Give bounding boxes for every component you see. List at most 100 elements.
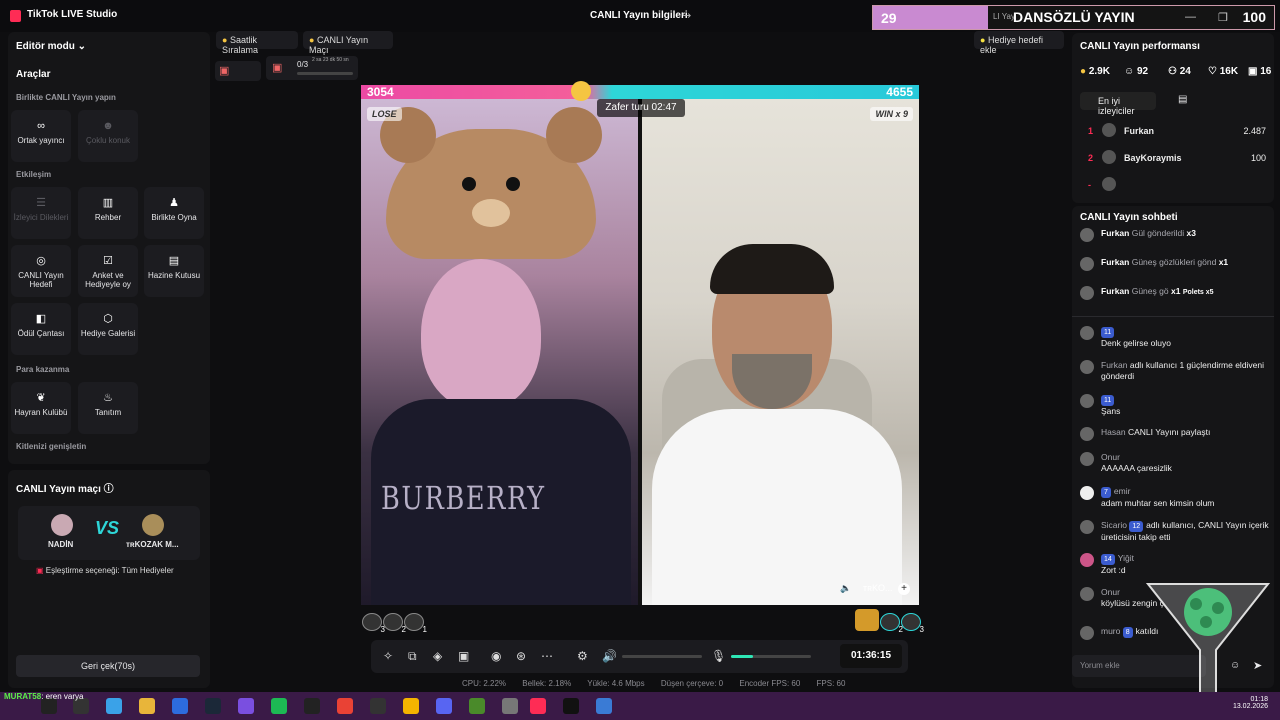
overlay-small-text: LI Yay: [993, 12, 1015, 21]
explorer-icon[interactable]: [139, 698, 155, 714]
hourly-ranking-button[interactable]: ● Saatlik Sıralama: [216, 31, 298, 55]
system-tray-clock: 01:18 13.02.2026: [1232, 696, 1268, 710]
edge-icon[interactable]: [172, 698, 188, 714]
right-host-label: ᴛʀKO...: [863, 583, 893, 593]
layout-icon[interactable]: ⧉: [408, 649, 417, 664]
gift-gallery-button[interactable]: ⬡ Hediye Galerisi: [78, 303, 138, 355]
left-gifter-1[interactable]: 3: [362, 613, 385, 634]
minecraft-icon[interactable]: [469, 698, 485, 714]
tools-panel: Editör modu ⌄ Araçlar Birlikte CANLI Yay…: [8, 32, 210, 464]
spotify-icon[interactable]: [271, 698, 287, 714]
restore-icon[interactable]: ❐: [1218, 11, 1228, 24]
stream-overlay: 29 LI Yay DANSÖZLÜ YAYIN — ❐ 100: [872, 5, 1275, 30]
screen-icon[interactable]: ▣: [458, 649, 469, 663]
app2-icon[interactable]: [370, 698, 386, 714]
tiktok-studio-icon[interactable]: [530, 698, 546, 714]
app-icon[interactable]: [238, 698, 254, 714]
chat-divider: [1072, 316, 1274, 317]
left-gifter-3[interactable]: 1: [404, 613, 427, 634]
player1-name: NADİN: [48, 540, 74, 549]
right-score: 4655: [886, 85, 913, 99]
pairing-option: ▣ Eşleştirme seçeneği: Tüm Hediyeler: [36, 566, 174, 575]
link-icon: ∞: [37, 120, 45, 132]
obs-icon[interactable]: [304, 698, 320, 714]
live-info-title[interactable]: CANLI Yayın bilgileri: [590, 10, 688, 21]
multi-guest-button[interactable]: ☻ Çoklu konuk: [78, 110, 138, 162]
quest-card[interactable]: ▣ 0/3 2 sa 23 dk 50 sn: [266, 56, 358, 80]
gifts-stat: ▣ 16: [1248, 66, 1272, 77]
right-gifter-1[interactable]: 2: [880, 613, 903, 634]
bulb-icon: ●: [980, 35, 986, 45]
likes-stat: ♡ 16K: [1208, 66, 1239, 77]
tab-top-viewers[interactable]: En iyi izleyiciler: [1080, 92, 1156, 116]
reward-bag-button[interactable]: ◧ Ödül Çantası: [11, 303, 71, 355]
heart-icon: ♡: [1208, 66, 1217, 77]
app3-icon[interactable]: [403, 698, 419, 714]
battle-stage: BURBERRY 3054 4655 Zafer turu 02:47 LOSE…: [361, 81, 919, 605]
app4-icon[interactable]: [502, 698, 518, 714]
tiktok-icon[interactable]: [563, 698, 579, 714]
score-bar: 3054 4655: [361, 85, 919, 99]
discord-icon[interactable]: [436, 698, 452, 714]
minimize-icon[interactable]: —: [1185, 11, 1196, 23]
speaker-icon[interactable]: 🔈: [840, 583, 851, 594]
performance-panel: CANLI Yayın performansı ● 2.9K ☺ 92 ⚇ 24…: [1072, 33, 1274, 203]
effects-icon[interactable]: ◈: [433, 649, 442, 663]
overlay-right-number: 100: [1242, 9, 1266, 25]
guests-icon: ☻: [102, 120, 114, 132]
player2-avatar: [142, 514, 164, 536]
bear-filter: [380, 107, 602, 259]
volume-icon[interactable]: 🔊: [602, 649, 617, 663]
promo-button[interactable]: ♨ Tanıtım: [78, 382, 138, 434]
bag-icon: ◧: [35, 313, 47, 325]
gift-slot[interactable]: ▣: [215, 61, 261, 81]
more-icon[interactable]: ⋯: [541, 649, 553, 663]
microphone-icon[interactable]: 🎙: [711, 649, 726, 663]
camera-icon[interactable]: ⊛: [516, 649, 526, 663]
emoji-icon: [571, 81, 591, 101]
coins-stat: ● 2.9K: [1080, 66, 1110, 77]
poll-icon: ☑: [103, 255, 113, 267]
play-together-button[interactable]: ♟ Birlikte Oyna: [144, 187, 204, 239]
quest-time: 2 sa 23 dk 50 sn: [312, 57, 349, 63]
viewer-requests-button[interactable]: ☰ İzleyici Dilekleri: [11, 187, 71, 239]
gift-stat-icon: ▣: [1248, 66, 1258, 77]
live-clock: 01:36:15: [840, 644, 902, 668]
magic-icon[interactable]: ✧: [383, 649, 393, 663]
volume-slider[interactable]: [622, 655, 702, 658]
viewers-icon: ☺: [1124, 66, 1135, 77]
player2-name: ᴛʀKOZAK M...: [126, 540, 179, 549]
list-icon[interactable]: ▤: [1178, 94, 1187, 105]
withdraw-button[interactable]: Geri çek(70s): [16, 655, 200, 677]
right-gifter-2[interactable]: 3: [901, 613, 924, 634]
treasure-box-button[interactable]: ▤ Hazine Kutusu: [144, 245, 204, 297]
guide-button[interactable]: ▥ Rehber: [78, 187, 138, 239]
mic-level: [731, 655, 753, 658]
add-icon[interactable]: +: [898, 583, 910, 595]
app-title: TikTok LIVE Studio: [27, 9, 118, 20]
collab-heading: Birlikte CANLI Yayın yapın: [16, 93, 116, 102]
chrome-icon[interactable]: [337, 698, 353, 714]
viewers-stat: ☺ 92: [1124, 66, 1149, 77]
poll-button[interactable]: ☑ Anket ve Hediyeyle oy: [78, 245, 138, 297]
copilot-icon[interactable]: [106, 698, 122, 714]
lose-badge: LOSE: [367, 107, 402, 121]
add-gift-goal-button[interactable]: ● Hediye hedefi ekle: [974, 31, 1064, 55]
left-score: 3054: [367, 85, 394, 99]
live-match-button[interactable]: ● CANLI Yayın Maçı: [303, 31, 393, 55]
settings-sliders-icon[interactable]: ⚙: [577, 649, 588, 663]
app5-icon[interactable]: [596, 698, 612, 714]
mic-slider[interactable]: [731, 655, 811, 658]
left-gifter-2[interactable]: 2: [383, 613, 406, 634]
record-icon[interactable]: ◉: [491, 649, 501, 663]
fan-club-button[interactable]: ❦ Hayran Kulübü: [11, 382, 71, 434]
steam-icon[interactable]: [205, 698, 221, 714]
help-icon[interactable]: ⓘ: [104, 484, 114, 495]
live-goal-button[interactable]: ◎ CANLI Yayın Hedefi: [11, 245, 71, 297]
share-icon[interactable]: ↪: [682, 9, 691, 22]
users-icon: ⚇: [1168, 66, 1177, 77]
co-host-button[interactable]: ∞ Ortak yayıncı: [11, 110, 71, 162]
mvp-badge: [855, 609, 879, 631]
chest-icon: ▤: [168, 255, 180, 267]
editor-mode-dropdown[interactable]: Editör modu ⌄: [16, 41, 86, 52]
